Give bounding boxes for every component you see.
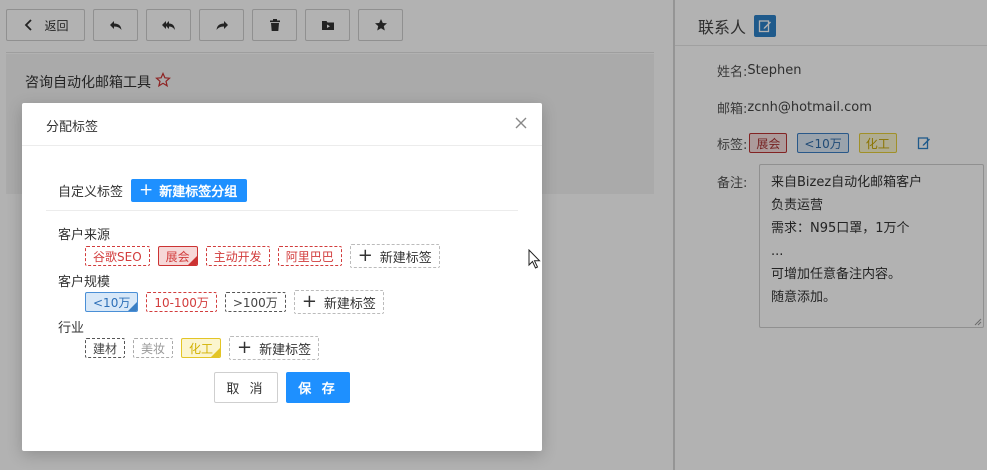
tag-option[interactable]: 主动开发	[205, 246, 270, 266]
mouse-cursor-icon	[528, 249, 541, 269]
tag-label: <10万	[93, 295, 131, 310]
tag-label: 建材	[93, 341, 118, 356]
plus-icon: +	[237, 337, 253, 358]
group-name: 行业	[58, 321, 85, 336]
tag-label: 展会	[165, 249, 190, 264]
close-button[interactable]	[514, 116, 528, 130]
tag-option[interactable]: 美妆	[133, 338, 174, 358]
dialog-header-divider	[22, 145, 542, 146]
plus-icon: +	[301, 291, 317, 312]
tag-option[interactable]: >100万	[224, 292, 286, 312]
assign-tags-dialog: 分配标签 自定义标签 + 新建标签分组 客户来源 谷歌SEO 展会 主动开发 阿…	[22, 103, 542, 451]
tag-option[interactable]: 阿里巴巴	[277, 246, 342, 266]
new-tag-label: 新建标签	[259, 342, 312, 358]
cancel-button[interactable]: 取 消	[214, 372, 278, 403]
plus-icon: +	[139, 180, 154, 200]
tag-label: 10-100万	[154, 295, 209, 310]
selected-corner-icon	[187, 256, 197, 265]
new-tag-label: 新建标签	[379, 250, 432, 266]
tag-label: 美妆	[141, 341, 166, 356]
group-name: 客户规模	[58, 275, 111, 290]
tag-option-selected[interactable]: <10万	[85, 292, 139, 312]
tag-option-selected[interactable]: 展会	[157, 246, 198, 266]
tag-option[interactable]: 谷歌SEO	[85, 246, 150, 266]
new-tag-label: 新建标签	[323, 296, 376, 312]
new-group-button[interactable]: + 新建标签分组	[131, 179, 248, 202]
selected-corner-icon	[128, 302, 138, 311]
new-tag-button[interactable]: + 新建标签	[293, 290, 384, 314]
tag-label: 阿里巴巴	[285, 249, 334, 264]
custom-tag-row: 自定义标签 + 新建标签分组	[58, 179, 248, 202]
tag-option[interactable]: 建材	[85, 338, 126, 358]
tag-group-scale: <10万 10-100万 >100万 + 新建标签	[85, 290, 384, 314]
custom-tag-label: 自定义标签	[58, 185, 124, 200]
tag-label: >100万	[232, 295, 278, 310]
close-icon	[515, 117, 527, 129]
tag-label: 主动开发	[213, 249, 262, 264]
tag-group-industry: 建材 美妆 化工 + 新建标签	[85, 336, 320, 360]
plus-icon: +	[357, 245, 373, 266]
new-group-label: 新建标签分组	[159, 185, 238, 200]
dialog-title: 分配标签	[46, 120, 99, 135]
selected-corner-icon	[211, 348, 221, 357]
tag-group-source: 谷歌SEO 展会 主动开发 阿里巴巴 + 新建标签	[85, 244, 440, 268]
tag-option-selected[interactable]: 化工	[181, 338, 222, 358]
tag-option[interactable]: 10-100万	[146, 292, 217, 312]
dialog-actions: 取 消 保 存	[214, 372, 350, 403]
new-tag-button[interactable]: + 新建标签	[349, 244, 440, 268]
group-name: 客户来源	[58, 228, 111, 243]
tag-label: 化工	[189, 341, 214, 356]
new-tag-button[interactable]: + 新建标签	[229, 336, 320, 360]
tag-label: 谷歌SEO	[93, 249, 142, 264]
group-divider	[46, 210, 518, 211]
save-button[interactable]: 保 存	[286, 372, 350, 403]
